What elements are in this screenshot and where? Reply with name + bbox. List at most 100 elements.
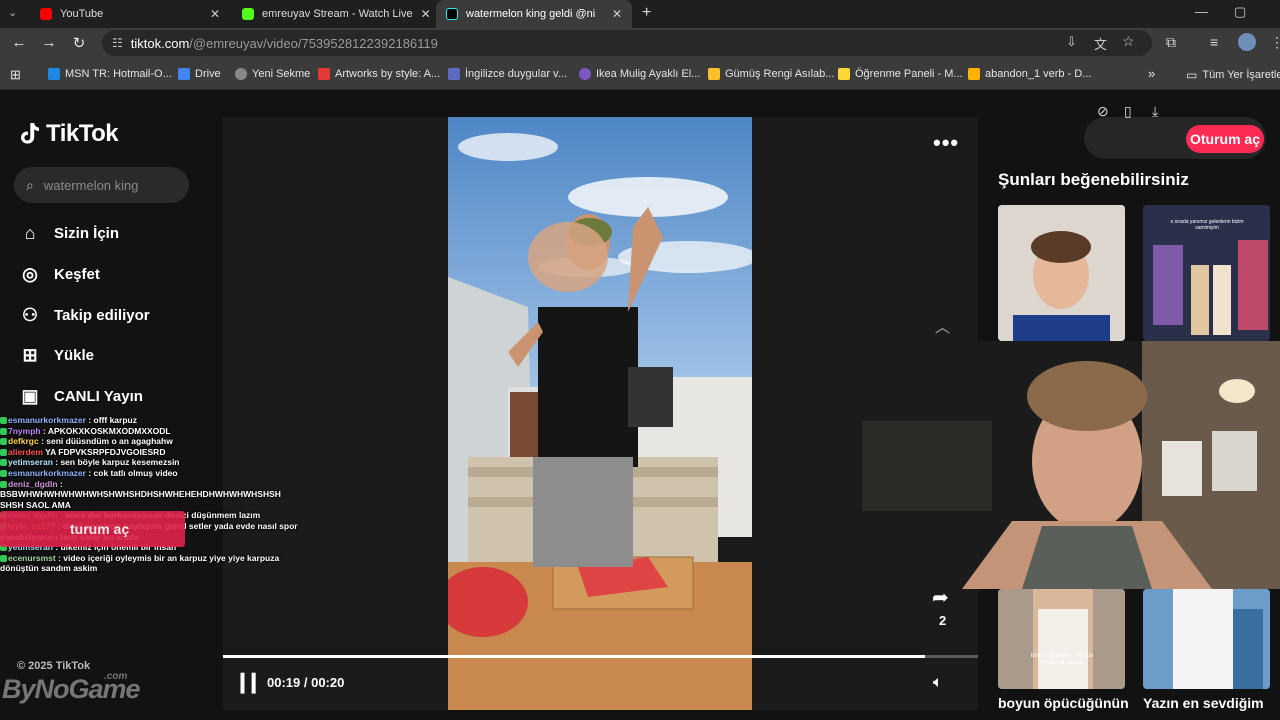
chat-badge-icon	[0, 480, 7, 488]
nav-item-upload[interactable]: ⊞ Yükle	[20, 345, 94, 366]
more-options-icon[interactable]: •••	[933, 130, 959, 156]
bookmark-item[interactable]: Artworks by style: A...	[318, 68, 440, 80]
volume-icon[interactable]: 🔈︎	[933, 674, 943, 692]
login-button[interactable]: Oturum aç	[1186, 125, 1264, 153]
chevron-up-icon[interactable]: ︿	[935, 316, 950, 337]
suggested-video-thumb[interactable]	[998, 205, 1125, 341]
streamer-webcam	[862, 341, 1280, 589]
chat-message: defkrgc : seni düüsndüm o an agaghahw	[0, 436, 310, 447]
chat-message: esmanurkorkmazer : cok tatlı olmuş video	[0, 468, 310, 479]
install-app-icon[interactable]: ⇩	[1066, 34, 1077, 50]
suggested-video-thumb[interactable]: boyun öpücüğü sonrası konuşma çabası	[998, 589, 1125, 689]
translate-icon[interactable]: 文	[1094, 34, 1107, 53]
share-count: 2	[939, 613, 947, 628]
minimize-icon[interactable]: —	[1195, 4, 1208, 19]
bookmark-label: Artworks by style: A...	[335, 68, 441, 80]
chat-text: : sen böyle karpuz kesemezsin	[52, 457, 180, 468]
bookmark-label: İngilizce duygular v...	[465, 68, 567, 80]
thumb-image	[998, 589, 1125, 689]
bookmark-item[interactable]: MSN TR: Hotmail-O...	[48, 68, 172, 80]
reload-icon[interactable]: ↻	[64, 34, 94, 52]
apps-grid-icon[interactable]: ⊞	[10, 67, 21, 83]
chat-username[interactable]: alierdem	[8, 447, 43, 457]
browser-toolbar: ← → ↻ ☷ tiktok.com/@emreuyav/video/75395…	[0, 28, 1280, 60]
chat-username[interactable]: esmanurkorkmazer	[8, 415, 86, 425]
chat-message: dönüştün sandım askim	[0, 563, 310, 574]
chat-username[interactable]: yetimseran	[8, 457, 53, 467]
bookmark-label: MSN TR: Hotmail-O...	[65, 68, 172, 80]
bookmark-item[interactable]: İngilizce duygular v...	[448, 68, 567, 80]
coin-icon[interactable]: ⊘	[1097, 103, 1109, 120]
tab-label: emreuyav Stream - Watch Live	[262, 8, 413, 20]
chat-username[interactable]: deniz_dgdln	[8, 479, 58, 489]
thumb-overlay-text: boyun öpücüğü sonrası konuşma çabası	[1030, 653, 1094, 666]
media-controls-icon[interactable]: ≡	[1210, 34, 1218, 50]
tab-search-icon[interactable]: ⌄	[8, 6, 17, 19]
thumb-image	[998, 205, 1125, 341]
tab-tiktok[interactable]: watermelon king geldi @ni ✕	[436, 0, 632, 28]
address-bar[interactable]: ☷ tiktok.com/@emreuyav/video/75395281223…	[102, 30, 1152, 56]
nav-item-live[interactable]: ▣ CANLI Yayın	[20, 386, 142, 407]
all-bookmarks-folder[interactable]: ▭ Tüm Yer İşaretle	[1186, 68, 1280, 82]
site-info-icon[interactable]: ☷	[112, 36, 123, 50]
bookmark-item[interactable]: Ikea Mulig Ayaklı El...	[579, 68, 700, 80]
time-display: 00:19 / 00:20	[267, 675, 345, 690]
tiktok-logo[interactable]: TikTok	[20, 120, 119, 148]
nav-item-for-you[interactable]: ⌂ Sizin İçin	[20, 223, 119, 244]
pause-icon[interactable]: ▎▎	[241, 674, 265, 694]
bookmark-item[interactable]: Öğrenme Paneli - M...	[838, 68, 963, 80]
bookmark-item[interactable]: abandon_1 verb - D...	[968, 68, 1091, 80]
download-icon[interactable]: ⤓	[1152, 103, 1158, 120]
watermark-suffix: .com	[104, 671, 128, 682]
chat-text: BSBWHWHWHWHWHWHSHWHSHDHSHWHEHEHDHWHWHWHS…	[0, 489, 281, 500]
site-icon	[968, 68, 980, 80]
site-icon	[708, 68, 720, 80]
bookmark-star-icon[interactable]: ☆	[1122, 33, 1135, 50]
tab-youtube[interactable]: YouTube ✕	[30, 0, 230, 28]
close-icon[interactable]: ✕	[210, 7, 220, 21]
video-frame[interactable]	[448, 117, 752, 710]
phone-icon[interactable]: ▯	[1124, 103, 1132, 120]
overlay-login-button[interactable]: turum aç	[0, 511, 185, 547]
progress-bar[interactable]	[223, 655, 978, 658]
chat-message: yetimseran : sen böyle karpuz kesemezsin	[0, 457, 310, 468]
chat-text: :	[57, 478, 63, 489]
bookmark-item[interactable]: Yeni Sekme	[235, 68, 310, 80]
new-tab-icon[interactable]: +	[642, 4, 651, 22]
suggested-video-thumb[interactable]	[1143, 589, 1270, 689]
forward-icon[interactable]: →	[34, 34, 64, 51]
back-icon[interactable]: ←	[4, 34, 34, 51]
chat-username[interactable]: esmanurkorkmazer	[8, 468, 86, 478]
chat-username[interactable]: defkrgc	[8, 436, 39, 446]
tiktok-page: TikTok ⌕ watermelon king ⌂ Sizin İçin ◎ …	[0, 90, 1280, 720]
bookmark-item[interactable]: Gümüş Rengi Asılab...	[708, 68, 834, 80]
tab-strip: ⌄ YouTube ✕ emreuyav Stream - Watch Live…	[0, 0, 1280, 28]
close-icon[interactable]: ✕	[421, 7, 431, 21]
search-text: watermelon king	[43, 177, 139, 193]
extensions-icon[interactable]: ⧉	[1166, 34, 1176, 51]
msn-icon	[48, 68, 60, 80]
more-bookmarks-icon[interactable]: »	[1148, 66, 1155, 81]
nav-item-explore[interactable]: ◎ Keşfet	[20, 264, 100, 285]
folder-icon: ▭	[1186, 68, 1198, 82]
tab-label: watermelon king geldi @ni	[466, 8, 596, 20]
suggested-video-caption[interactable]: boyun öpücüğünün	[998, 695, 1129, 711]
live-icon: ▣	[21, 386, 39, 406]
close-icon[interactable]: ✕	[612, 7, 622, 21]
suggested-video-caption[interactable]: Yazın en sevdiğim	[1143, 695, 1264, 711]
overlay-login-label: turum aç	[70, 521, 130, 537]
chat-overlay: esmanurkorkmazer : offf karpuz 7nymph : A…	[0, 415, 310, 574]
bookmark-item[interactable]: Drive	[178, 68, 221, 80]
chat-message: SHSH SAOL AMA	[0, 500, 310, 511]
menu-icon[interactable]: ⋮	[1270, 34, 1280, 51]
suggested-video-thumb[interactable]: o sırada yanımız gelenlerin bizim samimi…	[1143, 205, 1270, 341]
maximize-icon[interactable]: ▢	[1234, 4, 1246, 20]
chat-username[interactable]: 7nymph	[8, 426, 41, 436]
chat-username[interactable]: ecenursmst	[8, 553, 56, 563]
search-input[interactable]: ⌕ watermelon king	[14, 167, 189, 203]
thumb-overlay-text: o sırada yanımız gelenlerin bizim samimi…	[1170, 219, 1244, 231]
profile-avatar[interactable]	[1238, 33, 1256, 51]
nav-item-following[interactable]: ⚇ Takip ediliyor	[20, 305, 150, 326]
tab-kick[interactable]: emreuyav Stream - Watch Live ✕	[232, 0, 432, 28]
search-icon: ⌕	[26, 176, 34, 193]
